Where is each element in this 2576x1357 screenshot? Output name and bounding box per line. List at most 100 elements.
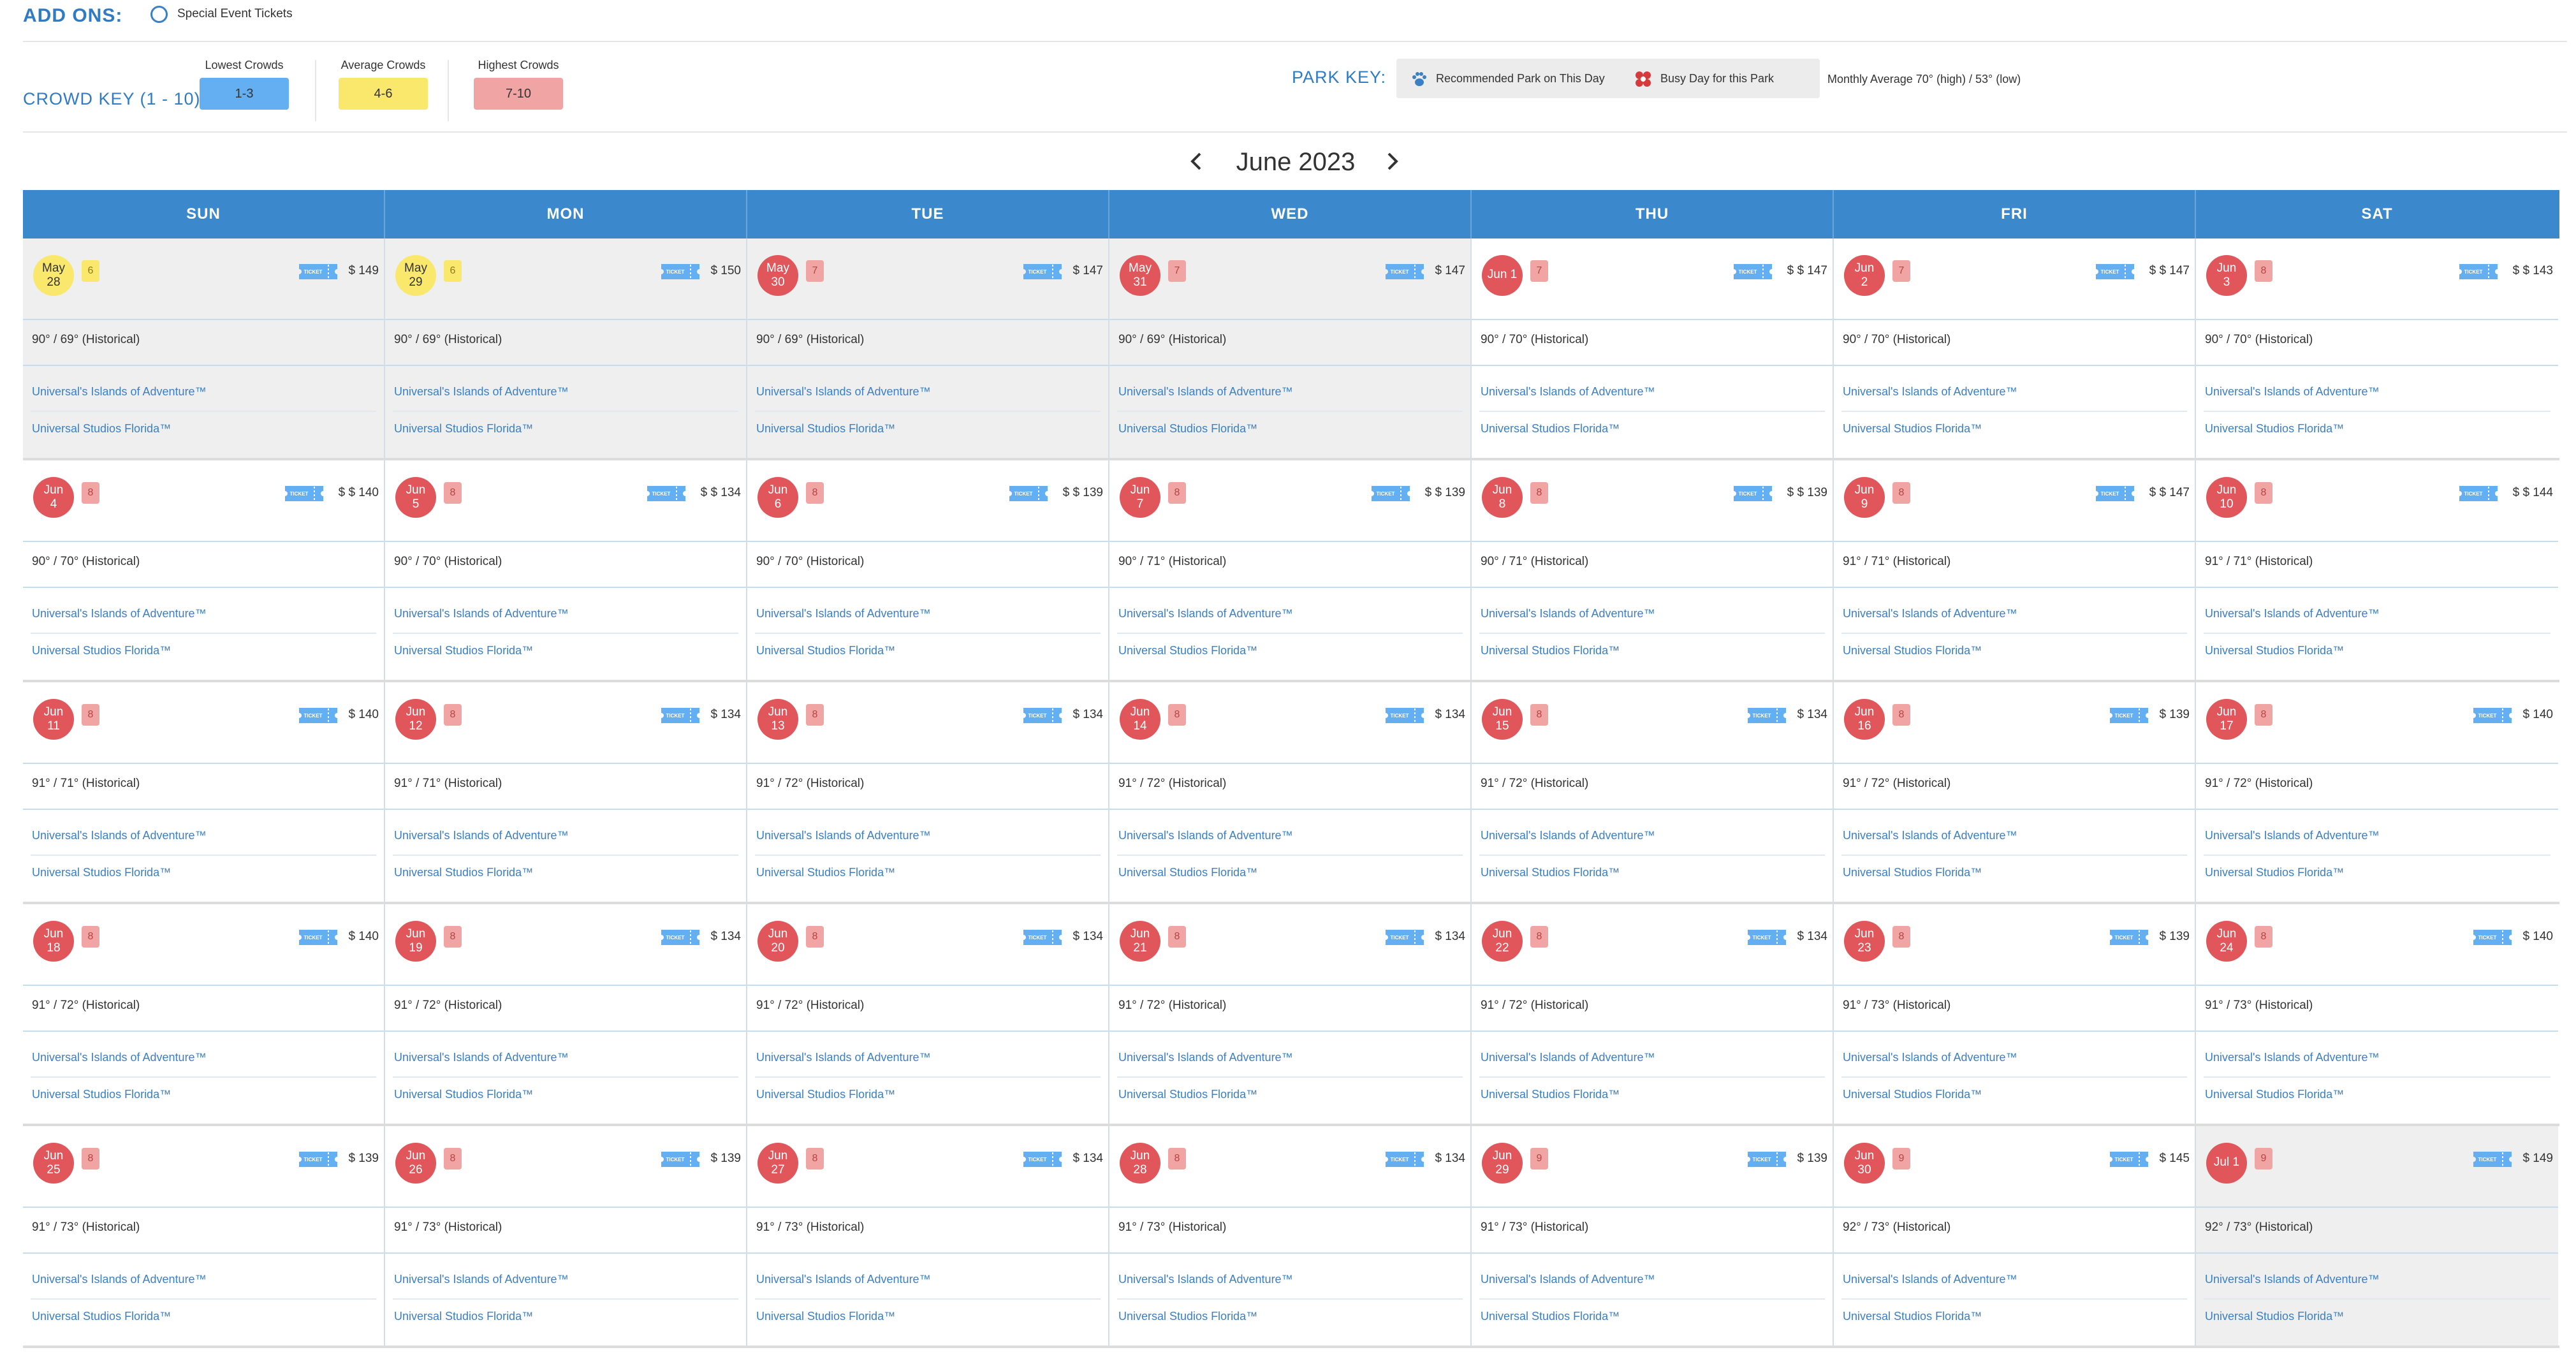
ticket-price[interactable]: $ $ 139 (1063, 486, 1103, 500)
ticket-icon[interactable]: TICKET (2458, 483, 2499, 504)
date-circle[interactable]: Jul 1 (2206, 1143, 2247, 1184)
ticket-icon[interactable]: TICKET (298, 705, 339, 726)
park-link-islands-of-adventure[interactable]: Universal's Islands of Adventure™ (394, 829, 569, 842)
day-cell[interactable]: Jun 2 7 $ $ 147 TICKET 90° / 70° (Historical)… (1834, 238, 2196, 458)
ticket-price[interactable]: $ 139 (1797, 1152, 1827, 1166)
date-circle[interactable]: Jun 23 (1844, 921, 1885, 962)
ticket-icon[interactable]: TICKET (2095, 483, 2135, 504)
park-link-islands-of-adventure[interactable]: Universal's Islands of Adventure™ (2205, 1051, 2380, 1064)
park-link-islands-of-adventure[interactable]: Universal's Islands of Adventure™ (756, 829, 931, 842)
date-circle[interactable]: May 30 (757, 255, 798, 296)
day-cell[interactable]: Jun 16 8 $ 139 TICKET 91° / 72° (Historical) U… (1834, 682, 2196, 902)
park-link-universal-studios[interactable]: Universal Studios Florida™ (394, 866, 533, 879)
day-cell[interactable]: Jun 9 8 $ $ 147 TICKET 91° / 71° (Historical)… (1834, 460, 2196, 680)
day-cell[interactable]: Jun 8 8 $ $ 139 TICKET 90° / 71° (Historical)… (1472, 460, 1834, 680)
ticket-price[interactable]: $ 134 (1435, 1152, 1465, 1166)
park-link-islands-of-adventure[interactable]: Universal's Islands of Adventure™ (394, 607, 569, 620)
ticket-icon[interactable]: TICKET (1370, 483, 1411, 504)
ticket-price[interactable]: $ 134 (710, 930, 741, 944)
ticket-icon[interactable]: TICKET (1384, 927, 1425, 948)
ticket-price[interactable]: $ 134 (710, 708, 741, 722)
ticket-icon[interactable]: TICKET (1384, 261, 1425, 282)
day-cell[interactable]: Jun 14 8 $ 134 TICKET 91° / 72° (Historical) U… (1109, 682, 1472, 902)
ticket-price[interactable]: $ $ 139 (1787, 486, 1827, 500)
park-link-islands-of-adventure[interactable]: Universal's Islands of Adventure™ (1481, 385, 1655, 399)
ticket-icon[interactable]: TICKET (660, 705, 701, 726)
date-circle[interactable]: Jun 24 (2206, 921, 2247, 962)
park-link-islands-of-adventure[interactable]: Universal's Islands of Adventure™ (2205, 607, 2380, 620)
special-event-radio[interactable] (150, 6, 168, 23)
park-link-islands-of-adventure[interactable]: Universal's Islands of Adventure™ (1118, 1273, 1293, 1286)
date-circle[interactable]: Jun 21 (1120, 921, 1160, 962)
park-link-universal-studios[interactable]: Universal Studios Florida™ (1481, 866, 1620, 879)
park-link-islands-of-adventure[interactable]: Universal's Islands of Adventure™ (1481, 607, 1655, 620)
park-link-universal-studios[interactable]: Universal Studios Florida™ (1118, 1088, 1257, 1101)
park-link-universal-studios[interactable]: Universal Studios Florida™ (1481, 1310, 1620, 1323)
ticket-price[interactable]: $ 147 (1435, 264, 1465, 278)
park-link-islands-of-adventure[interactable]: Universal's Islands of Adventure™ (756, 1273, 931, 1286)
ticket-price[interactable]: $ 140 (2522, 708, 2553, 722)
ticket-icon[interactable]: TICKET (2472, 705, 2513, 726)
ticket-price[interactable]: $ 134 (1435, 708, 1465, 722)
date-circle[interactable]: Jun 26 (395, 1143, 436, 1184)
day-cell[interactable]: Jun 3 8 $ $ 143 TICKET 90° / 70° (Historical)… (2196, 238, 2558, 458)
park-link-islands-of-adventure[interactable]: Universal's Islands of Adventure™ (32, 385, 207, 399)
park-link-universal-studios[interactable]: Universal Studios Florida™ (1843, 866, 1982, 879)
park-link-universal-studios[interactable]: Universal Studios Florida™ (394, 1088, 533, 1101)
date-circle[interactable]: Jun 8 (1482, 477, 1523, 518)
park-link-islands-of-adventure[interactable]: Universal's Islands of Adventure™ (756, 607, 931, 620)
park-link-islands-of-adventure[interactable]: Universal's Islands of Adventure™ (394, 1051, 569, 1064)
park-link-universal-studios[interactable]: Universal Studios Florida™ (1118, 422, 1257, 436)
date-circle[interactable]: Jun 14 (1120, 699, 1160, 740)
date-circle[interactable]: Jun 19 (395, 921, 436, 962)
day-cell[interactable]: Jun 26 8 $ 139 TICKET 91° / 73° (Historical) U… (385, 1126, 747, 1346)
park-link-universal-studios[interactable]: Universal Studios Florida™ (32, 866, 171, 879)
park-link-islands-of-adventure[interactable]: Universal's Islands of Adventure™ (1843, 385, 2017, 399)
date-circle[interactable]: Jun 25 (33, 1143, 74, 1184)
date-circle[interactable]: Jun 22 (1482, 921, 1523, 962)
park-link-universal-studios[interactable]: Universal Studios Florida™ (756, 422, 895, 436)
day-cell[interactable]: Jun 7 8 $ $ 139 TICKET 90° / 71° (Historical)… (1109, 460, 1472, 680)
ticket-icon[interactable]: TICKET (2458, 261, 2499, 282)
day-cell[interactable]: Jun 5 8 $ $ 134 TICKET 90° / 70° (Historical)… (385, 460, 747, 680)
day-cell[interactable]: Jun 27 8 $ 134 TICKET 91° / 73° (Historical) U… (747, 1126, 1109, 1346)
day-cell[interactable]: May 30 7 $ 147 TICKET 90° / 69° (Historical) U… (747, 238, 1109, 458)
park-link-islands-of-adventure[interactable]: Universal's Islands of Adventure™ (2205, 1273, 2380, 1286)
day-cell[interactable]: Jun 29 9 $ 139 TICKET 91° / 73° (Historical) U… (1472, 1126, 1834, 1346)
date-circle[interactable]: Jun 4 (33, 477, 74, 518)
park-link-universal-studios[interactable]: Universal Studios Florida™ (1843, 1088, 1982, 1101)
date-circle[interactable]: Jun 1 (1482, 255, 1523, 296)
ticket-icon[interactable]: TICKET (298, 1149, 339, 1170)
day-cell[interactable]: Jun 19 8 $ 134 TICKET 91° / 72° (Historical) U… (385, 904, 747, 1124)
day-cell[interactable]: Jun 24 8 $ 140 TICKET 91° / 73° (Historical) U… (2196, 904, 2558, 1124)
date-circle[interactable]: Jun 29 (1482, 1143, 1523, 1184)
ticket-price[interactable]: $ 134 (1072, 1152, 1103, 1166)
date-circle[interactable]: May 29 (395, 255, 436, 296)
ticket-icon[interactable]: TICKET (1384, 705, 1425, 726)
ticket-price[interactable]: $ $ 140 (339, 486, 379, 500)
date-circle[interactable]: May 31 (1120, 255, 1160, 296)
ticket-icon[interactable]: TICKET (1008, 483, 1049, 504)
day-cell[interactable]: Jun 13 8 $ 134 TICKET 91° / 72° (Historical) U… (747, 682, 1109, 902)
park-link-universal-studios[interactable]: Universal Studios Florida™ (1843, 422, 1982, 436)
park-link-islands-of-adventure[interactable]: Universal's Islands of Adventure™ (1118, 829, 1293, 842)
park-link-islands-of-adventure[interactable]: Universal's Islands of Adventure™ (1481, 1051, 1655, 1064)
date-circle[interactable]: Jun 2 (1844, 255, 1885, 296)
park-link-universal-studios[interactable]: Universal Studios Florida™ (2205, 1310, 2344, 1323)
ticket-icon[interactable]: TICKET (1384, 1149, 1425, 1170)
park-link-islands-of-adventure[interactable]: Universal's Islands of Adventure™ (1481, 829, 1655, 842)
date-circle[interactable]: Jun 10 (2206, 477, 2247, 518)
park-link-islands-of-adventure[interactable]: Universal's Islands of Adventure™ (1843, 1273, 2017, 1286)
ticket-icon[interactable]: TICKET (2109, 927, 2149, 948)
park-link-universal-studios[interactable]: Universal Studios Florida™ (32, 1310, 171, 1323)
date-circle[interactable]: Jun 13 (757, 699, 798, 740)
ticket-price[interactable]: $ 145 (2159, 1152, 2190, 1166)
park-link-islands-of-adventure[interactable]: Universal's Islands of Adventure™ (32, 1051, 207, 1064)
ticket-icon[interactable]: TICKET (660, 261, 701, 282)
ticket-price[interactable]: $ 139 (2159, 930, 2190, 944)
chevron-right-icon[interactable] (1381, 150, 1403, 172)
park-link-universal-studios[interactable]: Universal Studios Florida™ (2205, 866, 2344, 879)
date-circle[interactable]: May 28 (33, 255, 74, 296)
date-circle[interactable]: Jun 3 (2206, 255, 2247, 296)
ticket-icon[interactable]: TICKET (2472, 927, 2513, 948)
